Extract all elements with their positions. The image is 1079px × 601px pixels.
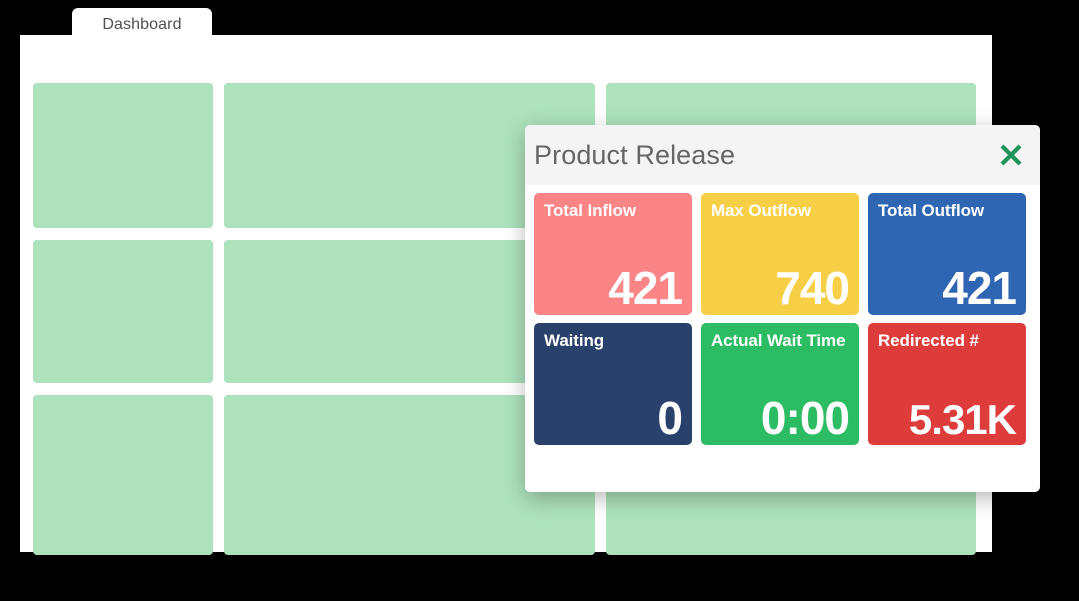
kpi-value: 0:00	[760, 392, 850, 444]
kpi-value: 421	[608, 262, 683, 314]
kpi-card-redirected[interactable]: Redirected # 5.31K	[868, 323, 1026, 445]
dashboard-tab[interactable]: Dashboard	[72, 8, 212, 42]
close-icon-glyph	[1000, 144, 1022, 166]
dashboard-tab-label: Dashboard	[102, 16, 182, 33]
kpi-label: Redirected #	[878, 331, 979, 350]
kpi-value: 421	[942, 262, 1017, 314]
widget-placeholder[interactable]	[33, 83, 213, 228]
kpi-card-max-outflow[interactable]: Max Outflow 740	[701, 193, 859, 315]
kpi-label: Waiting	[544, 331, 605, 350]
widget-placeholder[interactable]	[33, 240, 213, 383]
kpi-row: Total Inflow 421 Max Outflow 740 Total O…	[534, 193, 1032, 315]
kpi-value: 740	[775, 262, 850, 314]
kpi-grid: Total Inflow 421 Max Outflow 740 Total O…	[525, 185, 1040, 453]
widget-placeholder[interactable]	[33, 395, 213, 555]
kpi-label: Actual Wait Time	[711, 331, 846, 350]
kpi-card-total-inflow[interactable]: Total Inflow 421	[534, 193, 692, 315]
kpi-card-waiting[interactable]: Waiting 0	[534, 323, 692, 445]
kpi-label: Max Outflow	[711, 201, 811, 220]
kpi-card-actual-wait-time[interactable]: Actual Wait Time 0:00	[701, 323, 859, 445]
kpi-label: Total Inflow	[544, 201, 636, 220]
kpi-row: Waiting 0 Actual Wait Time 0:00 Redirect…	[534, 323, 1032, 445]
modal-header: Product Release	[525, 125, 1040, 185]
kpi-label: Total Outflow	[878, 201, 985, 220]
product-release-modal: Product Release Total Inflow 421 Max Out…	[525, 125, 1040, 492]
close-icon[interactable]	[994, 138, 1028, 172]
kpi-card-total-outflow[interactable]: Total Outflow 421	[868, 193, 1026, 315]
modal-title: Product Release	[534, 139, 736, 170]
kpi-value: 0	[657, 392, 683, 444]
kpi-value: 5.31K	[908, 396, 1017, 443]
